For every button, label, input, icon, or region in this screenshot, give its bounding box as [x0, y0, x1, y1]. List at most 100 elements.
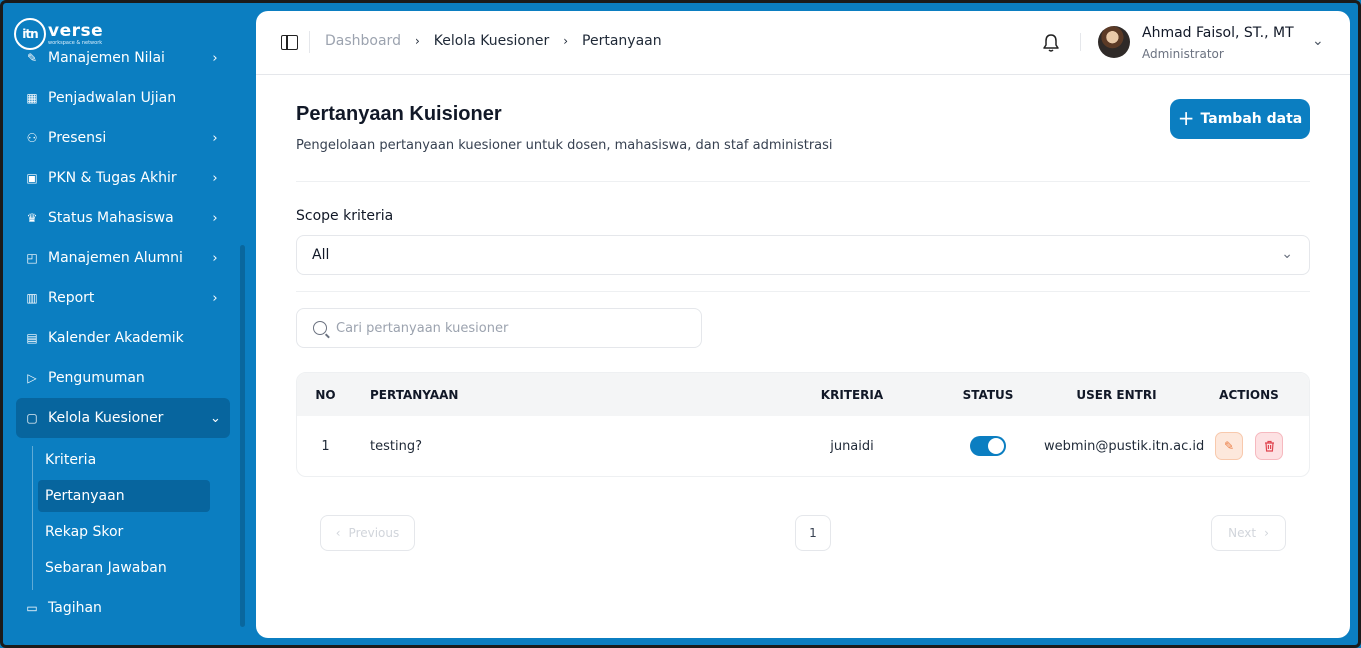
status-toggle[interactable]: [970, 436, 1006, 456]
previous-page-button[interactable]: ‹ Previous: [320, 515, 415, 551]
table-row: 1 testing? junaidi webmin@pustik.itn.ac.…: [297, 416, 1309, 476]
chevron-down-icon: ⌄: [1281, 246, 1293, 262]
chevron-down-icon: ⌄: [210, 410, 221, 426]
col-no: NO: [315, 387, 336, 402]
sidebar-item-kelola-kuesioner[interactable]: ▢ Kelola Kuesioner ⌄: [16, 398, 230, 438]
sidebar-item-tagihan[interactable]: ▭ Tagihan: [16, 588, 230, 628]
submenu-item-kriteria[interactable]: Kriteria: [38, 444, 210, 476]
sidebar-item-label: Tagihan: [48, 600, 102, 616]
sidebar-scrollbar[interactable]: [240, 245, 245, 627]
report-icon: ▥: [26, 291, 38, 305]
edit-button[interactable]: ✎: [1215, 432, 1243, 460]
page-subtitle: Pengelolaan pertanyaan kuesioner untuk d…: [296, 138, 833, 153]
bell-icon[interactable]: [1042, 33, 1060, 53]
bill-icon: ▭: [26, 601, 38, 615]
sidebar-item-presensi[interactable]: ⚇ Presensi ›: [16, 118, 230, 158]
add-data-button[interactable]: + Tambah data: [1170, 99, 1310, 139]
col-user: USER ENTRI: [1076, 387, 1157, 402]
delete-button[interactable]: [1255, 432, 1283, 460]
scope-label: Scope kriteria: [296, 208, 394, 224]
folder-user-icon: ◰: [26, 251, 38, 265]
sidebar-item-label: Status Mahasiswa: [48, 210, 174, 226]
scope-select[interactable]: All ⌄: [296, 235, 1310, 275]
page-number-button[interactable]: 1: [795, 515, 831, 551]
divider: [296, 181, 1310, 182]
previous-label: Previous: [348, 526, 400, 540]
next-page-button[interactable]: Next ›: [1211, 515, 1286, 551]
chevron-right-icon: ›: [212, 290, 218, 306]
kuesioner-submenu: Kriteria Pertanyaan Rekap Skor Sebaran J…: [16, 444, 230, 584]
sidebar-item-pengumuman[interactable]: ▷ Pengumuman: [16, 358, 230, 398]
divider: [1080, 33, 1081, 51]
sidebar-item-penjadwalan-ujian[interactable]: ▦ Penjadwalan Ujian: [16, 78, 230, 118]
search-icon: [313, 321, 327, 335]
submenu-item-pertanyaan[interactable]: Pertanyaan: [38, 480, 210, 512]
scope-value: All: [312, 247, 330, 263]
user-role: Administrator: [1142, 47, 1224, 61]
table-header: NO PERTANYAAN KRITERIA STATUS USER ENTRI…: [297, 373, 1309, 416]
user-name: Ahmad Faisol, ST., MT: [1142, 25, 1294, 41]
logo-tagline: workspace & network: [48, 39, 103, 46]
sidebar-item-kalender-akademik[interactable]: ▤ Kalender Akademik: [16, 318, 230, 358]
sidebar-item-label: Kalender Akademik: [48, 330, 184, 346]
cell-status: [932, 436, 1044, 456]
announcement-icon: ▷: [27, 371, 37, 385]
chevron-right-icon: ›: [1264, 526, 1269, 540]
sidebar-item-label: Manajemen Nilai: [48, 50, 165, 66]
search-box: [296, 308, 702, 348]
sidebar-item-label: Penjadwalan Ujian: [48, 90, 177, 106]
col-actions: ACTIONS: [1219, 387, 1279, 402]
divider: [296, 291, 1310, 292]
chevron-right-icon: ›: [212, 210, 218, 226]
topbar: Dashboard › Kelola Kuesioner › Pertanyaa…: [256, 11, 1350, 75]
calendar-icon: ▦: [26, 91, 38, 105]
cell-question: testing?: [370, 438, 422, 454]
chevron-right-icon: ›: [563, 34, 569, 48]
sidebar-item-label: Pengumuman: [48, 370, 145, 386]
edit-icon: ✎: [26, 51, 38, 65]
pencil-icon: ✎: [1223, 439, 1235, 453]
cell-actions: ✎: [1189, 432, 1309, 460]
chevron-right-icon: ›: [414, 34, 420, 48]
sidebar-item-report[interactable]: ▥ Report ›: [16, 278, 230, 318]
graduation-cap-icon: ♛: [26, 211, 38, 225]
app-logo[interactable]: itn verse workspace & network: [14, 17, 112, 51]
breadcrumb: Dashboard › Kelola Kuesioner › Pertanyaa…: [325, 33, 662, 49]
chevron-left-icon: ‹: [335, 526, 341, 540]
submenu-item-rekap-skor[interactable]: Rekap Skor: [38, 516, 210, 548]
avatar[interactable]: [1098, 26, 1130, 58]
chevron-right-icon: ›: [212, 250, 218, 266]
chevron-right-icon: ›: [212, 50, 218, 66]
sidebar-item-label: Kelola Kuesioner: [48, 410, 164, 426]
sidebar-item-label: PKN & Tugas Akhir: [48, 170, 177, 186]
breadcrumb-kelola-kuesioner[interactable]: Kelola Kuesioner: [434, 33, 549, 49]
user-check-icon: ⚇: [26, 131, 38, 145]
trash-icon: [1264, 440, 1274, 452]
search-input[interactable]: [336, 320, 676, 336]
clipboard-icon: ▢: [26, 411, 38, 425]
sidebar-item-pkn-tugas-akhir[interactable]: ▣ PKN & Tugas Akhir ›: [16, 158, 230, 198]
cell-user: webmin@pustik.itn.ac.id: [1044, 438, 1205, 454]
sidebar-item-manajemen-alumni[interactable]: ◰ Manajemen Alumni ›: [16, 238, 230, 278]
plus-icon: +: [1177, 106, 1195, 130]
cell-no: 1: [321, 438, 330, 454]
cell-criteria: junaidi: [830, 438, 874, 454]
divider: [309, 31, 310, 53]
submenu-guide-line: [32, 446, 33, 590]
col-criteria: KRITERIA: [820, 387, 884, 402]
breadcrumb-dashboard[interactable]: Dashboard: [325, 33, 401, 49]
next-label: Next: [1228, 526, 1257, 540]
sidebar-toggle-icon[interactable]: [281, 35, 298, 50]
main-panel: Dashboard › Kelola Kuesioner › Pertanyaa…: [256, 11, 1350, 638]
submenu-item-sebaran-jawaban[interactable]: Sebaran Jawaban: [38, 552, 210, 584]
sidebar-item-label: Report: [48, 290, 95, 306]
chevron-right-icon: ›: [212, 130, 218, 146]
breadcrumb-pertanyaan: Pertanyaan: [582, 33, 662, 49]
chevron-down-icon[interactable]: ⌄: [1312, 33, 1324, 49]
sidebar-item-label: Presensi: [48, 130, 107, 146]
sidebar: itn verse workspace & network ✎ Manajeme…: [0, 0, 256, 648]
col-question: PERTANYAAN: [370, 387, 459, 402]
sidebar-item-status-mahasiswa[interactable]: ♛ Status Mahasiswa ›: [16, 198, 230, 238]
briefcase-icon: ▣: [26, 171, 38, 185]
sidebar-item-label: Manajemen Alumni: [48, 250, 183, 266]
